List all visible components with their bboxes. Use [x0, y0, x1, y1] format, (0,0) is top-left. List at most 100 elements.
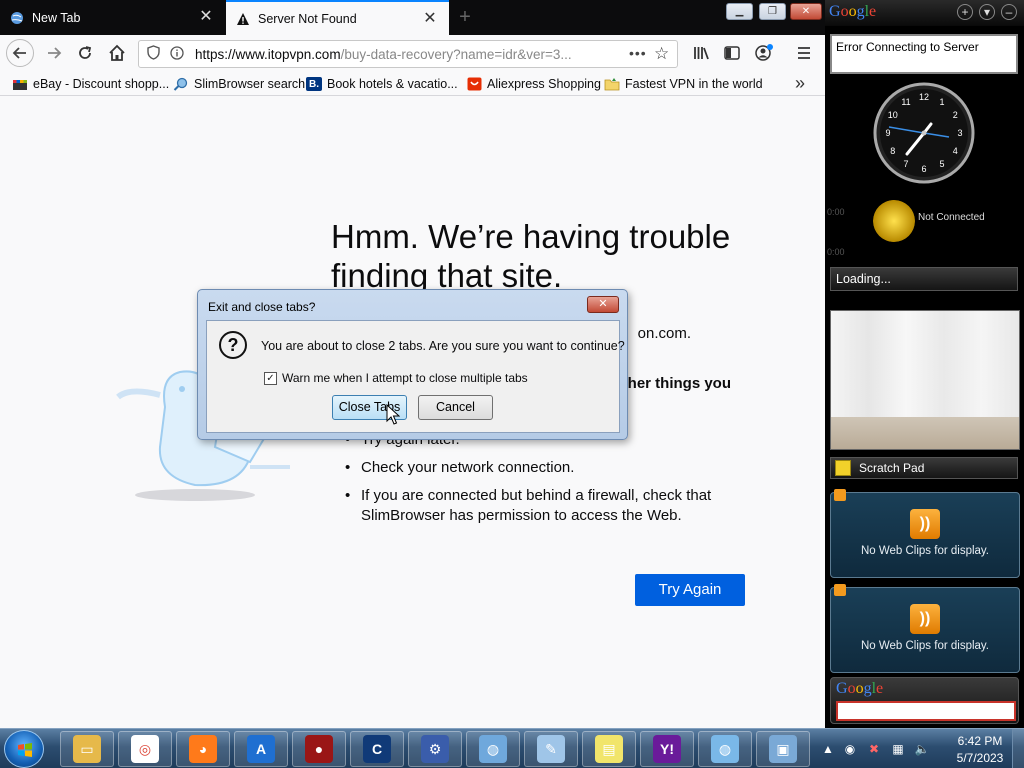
taskbar-item-notes[interactable]: ▤ — [582, 731, 636, 767]
sun-icon — [873, 200, 915, 242]
tab-server-not-found[interactable]: Server Not Found ✕ — [226, 0, 449, 35]
try-again-button[interactable]: Try Again — [635, 574, 745, 606]
dialog-close-button[interactable]: ✕ — [587, 296, 619, 313]
warning-icon — [236, 12, 250, 26]
sidebar-header: Google + ▾ – — [825, 0, 1024, 26]
settings-app-icon: ⚙ — [421, 735, 449, 763]
home-button[interactable] — [103, 39, 131, 67]
scratch-pad-gadget[interactable]: Scratch Pad — [830, 457, 1018, 479]
web-clips-gadget[interactable]: )) No Web Clips for display. — [830, 489, 1020, 578]
library-button[interactable] — [688, 39, 716, 67]
tab-new-tab[interactable]: New Tab ✕ — [0, 0, 225, 35]
yahoo-messenger-icon: Y! — [653, 735, 681, 763]
chevron-right-double-icon[interactable]: » — [795, 73, 805, 94]
tray-security-icon[interactable]: ✖ — [866, 741, 882, 757]
weather-faint-label: 0:00 — [827, 247, 845, 257]
taskbar-item-slimbrowser[interactable]: ◍ — [698, 731, 752, 767]
library-icon — [694, 47, 709, 60]
sidebar-menu-button[interactable]: ▾ — [979, 4, 995, 20]
taskbar-item-app-a[interactable]: A — [234, 731, 288, 767]
bookmark-label: Book hotels & vacatio... — [327, 77, 458, 91]
taskbar-item-screenshot[interactable]: ▣ — [756, 731, 810, 767]
bookmark-label: SlimBrowser search — [194, 77, 306, 91]
tab-label: Server Not Found — [258, 11, 357, 26]
taskbar-item-settings-app[interactable]: ⚙ — [408, 731, 462, 767]
clock-time[interactable]: 6:42 PM — [950, 734, 1010, 748]
close-icon[interactable]: ✕ — [423, 11, 437, 27]
volume-icon[interactable]: 🔈 — [914, 741, 930, 757]
url-bar[interactable]: https://www.itopvpn.com/buy-data-recover… — [138, 40, 678, 68]
warn-checkbox[interactable]: ✓ — [264, 371, 277, 385]
sidebar-toggle-button[interactable] — [718, 39, 746, 67]
warn-checkbox-row[interactable]: ✓ Warn me when I attempt to close multip… — [264, 371, 528, 385]
booking-icon: B. — [306, 77, 322, 91]
bookmark-ebay[interactable]: eBay - Discount shopp... — [12, 75, 169, 93]
add-gadget-button[interactable]: + — [957, 4, 973, 20]
error-suggestions: Try again later. Check your network conn… — [345, 430, 745, 534]
restore-button[interactable]: ❐ — [759, 3, 786, 20]
dialog-title: Exit and close tabs? — [208, 300, 316, 314]
url-path: /buy-data-recovery?name=idr&ver=3... — [340, 46, 572, 62]
clock-number: 12 — [919, 92, 929, 102]
clock-number: 6 — [921, 164, 926, 174]
menu-button[interactable] — [790, 39, 818, 67]
taskbar-item-firefox[interactable]: ◕ — [176, 731, 230, 767]
google-logo: Google — [829, 3, 877, 20]
taskbar-item-ccleaner[interactable]: C — [350, 731, 404, 767]
tray-app-icon[interactable]: ◉ — [842, 741, 858, 757]
suggestion-item: Check your network connection. — [345, 458, 745, 478]
window-close-button[interactable]: ✕ — [790, 3, 822, 20]
web-clips-gadget[interactable]: )) No Web Clips for display. — [830, 584, 1020, 673]
clock-number: 8 — [890, 146, 895, 156]
chrome-icon: ◎ — [131, 735, 159, 763]
taskbar: ▭ ◎ ◕ A ● C ⚙ ◍ ✎ ▤ Y! ◍ ▣ ▲ ◉ ✖ ▦ 🔈 6:42 PM 5/7/202… — [0, 728, 1024, 768]
bookmark-slimbrowser-search[interactable]: SlimBrowser search — [173, 75, 305, 93]
loading-gadget[interactable]: Loading... — [830, 267, 1018, 291]
google-search-input[interactable] — [836, 701, 1016, 721]
start-button[interactable] — [4, 730, 44, 768]
url-host: https://www.itopvpn.com — [195, 46, 341, 62]
screenshot-icon: ▣ — [769, 735, 797, 763]
taskbar-item-notepad[interactable]: ✎ — [524, 731, 578, 767]
new-tab-button[interactable]: + — [454, 6, 476, 28]
rss-feed-icon: )) — [910, 509, 940, 539]
more-actions-icon[interactable]: ••• — [629, 45, 647, 61]
clock-number: 5 — [939, 159, 944, 169]
close-tabs-dialog: Exit and close tabs? ✕ ? You are about t… — [197, 289, 628, 440]
show-desktop-button[interactable] — [1012, 729, 1024, 768]
forward-button[interactable] — [40, 39, 68, 67]
bookmark-aliexpress[interactable]: Aliexpress Shopping — [466, 75, 601, 93]
reload-button[interactable] — [71, 39, 99, 67]
bookmark-label: eBay - Discount shopp... — [33, 77, 170, 91]
taskbar-item-globe-app[interactable]: ◍ — [466, 731, 520, 767]
close-icon[interactable]: ✕ — [199, 9, 213, 25]
account-button[interactable] — [750, 39, 778, 67]
bookmark-booking[interactable]: B. Book hotels & vacatio... — [306, 75, 458, 93]
taskbar-item-yahoo[interactable]: Y! — [640, 731, 694, 767]
vpn-folder-icon — [604, 77, 620, 91]
photo-gadget[interactable] — [830, 310, 1020, 450]
cancel-button[interactable]: Cancel — [418, 395, 493, 420]
info-icon[interactable] — [169, 45, 185, 63]
clock-date[interactable]: 5/7/2023 — [950, 751, 1010, 765]
bookmark-star-icon[interactable]: ☆ — [654, 44, 669, 64]
sidebar-minimize-button[interactable]: – — [1001, 4, 1017, 20]
back-button[interactable] — [6, 39, 34, 67]
folder-icon: ▭ — [73, 735, 101, 763]
suggestion-item: If you are connected but behind a firewa… — [345, 486, 745, 526]
bookmark-fastest-vpn[interactable]: Fastest VPN in the world — [604, 75, 763, 93]
taskbar-item-app-red[interactable]: ● — [292, 731, 346, 767]
news-gadget[interactable]: Error Connecting to Server — [830, 34, 1018, 74]
firefox-icon: ◕ — [189, 735, 217, 763]
url-text[interactable]: https://www.itopvpn.com/buy-data-recover… — [195, 47, 585, 62]
network-icon[interactable]: ▦ — [890, 741, 906, 757]
web-clips-text: No Web Clips for display. — [860, 545, 990, 557]
shield-icon[interactable] — [145, 45, 161, 63]
sidebar-icon — [724, 46, 740, 60]
taskbar-item-explorer[interactable]: ▭ — [60, 731, 114, 767]
tray-overflow-icon[interactable]: ▲ — [820, 741, 836, 757]
minimize-button[interactable]: ▁ — [726, 3, 753, 20]
taskbar-item-chrome[interactable]: ◎ — [118, 731, 172, 767]
sticky-notes-icon: ▤ — [595, 735, 623, 763]
arrow-right-icon — [48, 47, 62, 59]
